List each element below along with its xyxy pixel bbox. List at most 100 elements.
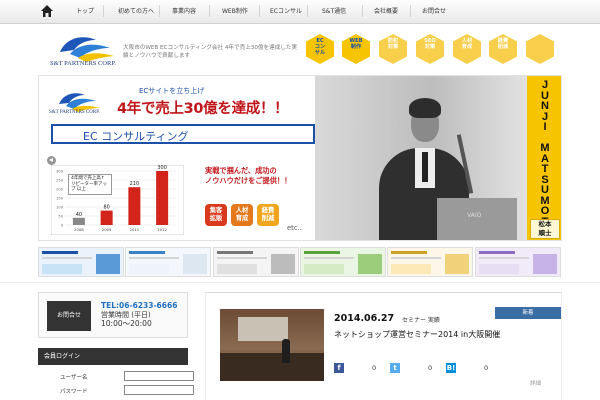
nav-item-contact[interactable]: お問合せ <box>422 6 446 15</box>
hero-copy-line: 実戦で掴んだ、成功の <box>205 166 277 175</box>
news-tag[interactable]: 新着 <box>495 307 561 319</box>
speaker-tie <box>422 152 428 182</box>
username-label: ユーザー名 <box>60 375 88 381</box>
thumbnail-shape <box>129 257 179 259</box>
contact-box: お問合せ TEL:06-6233-6666 営業時間 (平日) 10:00～20… <box>38 292 188 338</box>
nav-item-web[interactable]: WEB制作 <box>222 6 248 15</box>
seminar-speaker <box>282 339 290 363</box>
hero-text-panel: S&T PARTNERS CORP. ECサイトを立ち上げ 4年で売上30億を達… <box>39 76 315 240</box>
hex-button-cost[interactable]: 経費 削減 <box>488 33 518 65</box>
thumbnail-shape <box>304 257 354 259</box>
hex-button-ec[interactable]: EC コン サル <box>305 33 335 65</box>
facebook-icon[interactable]: f <box>334 363 344 373</box>
slider-thumbnail[interactable] <box>300 247 386 277</box>
slider-thumbnail[interactable] <box>475 247 561 277</box>
y-tick-label: 250 <box>56 179 64 183</box>
password-input[interactable] <box>124 385 194 395</box>
thumbnail-shape <box>479 257 529 259</box>
seminar-screen <box>238 317 288 341</box>
hero-etc: etc.. <box>287 224 302 232</box>
nav-divider <box>410 5 411 17</box>
laptop: VAIO <box>437 198 517 240</box>
phone-number[interactable]: TEL:06-6233-6666 <box>101 301 177 310</box>
nav-item-st[interactable]: S&T通信 <box>322 6 346 15</box>
username-input[interactable] <box>124 371 194 381</box>
bar-2012 <box>156 171 169 225</box>
hex-button-training[interactable]: 人材 育成 <box>452 33 482 65</box>
company-logo[interactable] <box>52 30 118 74</box>
thumbnail-shape <box>391 251 427 254</box>
share-hatena[interactable]: B! 0 <box>446 363 496 373</box>
speaker-name-vertical: JUNJI MATSUMOTO <box>540 79 550 238</box>
news-more-link[interactable]: 詳細 <box>530 379 541 387</box>
nav-item-business[interactable]: 事業内容 <box>172 6 196 15</box>
badge-training: 人材 育成 <box>231 204 253 226</box>
hero-banner[interactable]: S&T PARTNERS CORP. ECサイトを立ち上げ 4年で売上30億を達… <box>38 75 562 241</box>
slider-prev-arrow[interactable] <box>47 156 56 165</box>
twitter-icon[interactable]: t <box>390 363 400 373</box>
business-hours: 10:00～20:00 <box>101 319 152 328</box>
contact-button[interactable]: お問合せ <box>47 301 91 331</box>
speaker-hair <box>409 98 441 118</box>
nav-item-company[interactable]: 会社概要 <box>374 6 398 15</box>
hex-button-label: 経費 削減 <box>497 38 509 51</box>
news-date: 2014.06.27 <box>334 313 395 324</box>
home-icon[interactable] <box>40 4 54 18</box>
slider-thumbnail[interactable] <box>387 247 473 277</box>
thumbnail-shape <box>304 264 344 274</box>
x-tick-label: 2012 <box>157 227 167 232</box>
share-count: 0 <box>372 364 377 372</box>
nav-item-about[interactable]: 初めての方へ <box>118 6 154 15</box>
hex-button-label: SEO 対策 <box>424 38 436 51</box>
thumbnail-shape <box>217 251 253 254</box>
thumbnail-shape <box>445 254 469 274</box>
hex-button-label: WEB 制作 <box>349 38 363 51</box>
seminar-audience <box>220 353 324 381</box>
hex-button-seo[interactable]: SEO 対策 <box>415 33 445 65</box>
thumbnail-shape <box>42 264 82 274</box>
y-tick-label: 200 <box>56 188 64 192</box>
bar-value-label: 40 <box>76 212 82 218</box>
nav-divider <box>159 5 160 17</box>
nav-item-top[interactable]: トップ <box>76 6 94 15</box>
thumbnail-shape <box>129 264 169 274</box>
hex-button-label: EC コン サル <box>314 38 326 57</box>
news-thumbnail[interactable] <box>220 309 324 381</box>
y-tick-label: 100 <box>56 206 64 210</box>
hatena-icon[interactable]: B! <box>446 363 456 373</box>
nav-divider <box>362 5 363 17</box>
hex-button-security[interactable]: 防犯 対策 <box>378 33 408 65</box>
slider-thumbnail[interactable] <box>125 247 211 277</box>
share-twitter[interactable]: t0 <box>390 363 440 373</box>
slider-thumbnail[interactable] <box>213 247 299 277</box>
hero-copy-line: ノウハウだけをご提供！！ <box>205 176 292 185</box>
hex-button-web[interactable]: WEB 制作 <box>341 33 371 65</box>
login-pass-row: パスワード <box>38 385 194 397</box>
nav-divider <box>103 5 104 17</box>
nav-divider <box>209 5 210 17</box>
thumbnail-shape <box>391 257 441 259</box>
hero-title: 4年で売上30億を達成！！ <box>117 101 289 117</box>
x-tick-label: 2011 <box>130 227 140 232</box>
chart-callout: 4年間で売上高↑ リピーター率アップ 以上 <box>68 174 112 195</box>
nav-item-ec[interactable]: ECコンサル <box>270 6 302 15</box>
thumbnail-shape <box>129 251 165 254</box>
share-facebook[interactable]: f0 <box>334 363 384 373</box>
hex-button-extra[interactable] <box>525 33 555 65</box>
thumbnail-shape <box>479 264 519 274</box>
bar-value-label: 80 <box>103 205 109 211</box>
news-category[interactable]: セミナー 実績 <box>402 315 440 324</box>
laptop-brand: VAIO <box>467 212 482 219</box>
x-tick-label: 2009 <box>102 227 112 232</box>
news-panel: 新着 2014.06.27 セミナー 実績 ネットショップ運営セミナー2014 … <box>205 292 562 400</box>
nav-divider <box>259 5 260 17</box>
news-title[interactable]: ネットショップ運営セミナー2014 in大阪開催 <box>334 329 500 340</box>
speaker-name-strip: JUNJI MATSUMOTO 松本順士 <box>527 76 561 240</box>
thumbnail-shape <box>217 264 257 274</box>
hero-band-label: EC コンサルティング <box>83 130 189 143</box>
slider-thumbnails <box>38 247 562 277</box>
thumbnail-shape <box>304 251 340 254</box>
slider-thumbnail[interactable] <box>38 247 124 277</box>
thumbnail-shape <box>217 257 267 259</box>
bar-value-label: 300 <box>157 165 167 171</box>
